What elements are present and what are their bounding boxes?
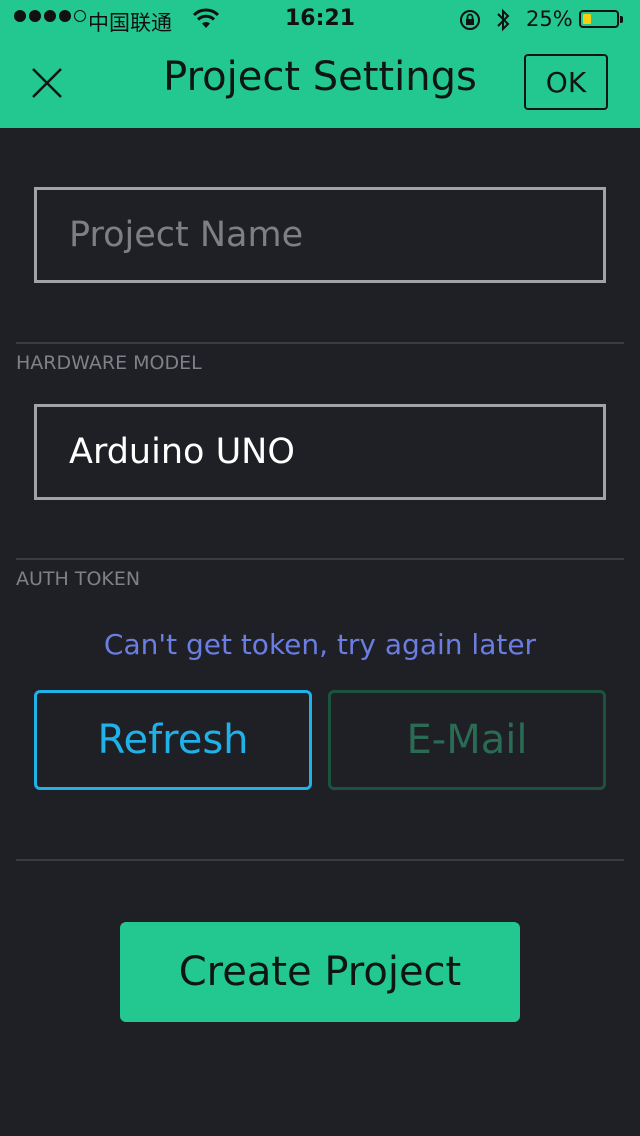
email-button[interactable]: E-Mail xyxy=(328,690,606,790)
header: 中国联通 16:21 25% Project Settings OK xyxy=(0,0,640,128)
battery-percent: 25% xyxy=(526,7,573,31)
close-button[interactable] xyxy=(22,58,72,108)
battery-fill xyxy=(583,14,591,24)
hardware-model-value: Arduino UNO xyxy=(69,432,295,472)
close-icon xyxy=(32,68,62,98)
battery-icon xyxy=(579,10,623,28)
bluetooth-icon xyxy=(495,7,511,38)
auth-token-label: AUTH TOKEN xyxy=(16,568,141,590)
divider xyxy=(16,558,624,560)
status-bar: 中国联通 16:21 25% xyxy=(0,0,640,40)
divider xyxy=(16,859,624,861)
token-error-message: Can't get token, try again later xyxy=(103,628,537,661)
ok-button[interactable]: OK xyxy=(524,54,608,110)
hardware-model-select[interactable]: Arduino UNO xyxy=(34,404,606,500)
rotation-lock-icon xyxy=(458,8,482,37)
hardware-model-label: HARDWARE MODEL xyxy=(16,352,202,374)
refresh-button[interactable]: Refresh xyxy=(34,690,312,790)
project-name-placeholder: Project Name xyxy=(69,215,304,255)
page-title: Project Settings xyxy=(163,54,477,100)
project-name-input[interactable]: Project Name xyxy=(34,187,606,283)
create-project-button[interactable]: Create Project xyxy=(120,922,520,1022)
divider xyxy=(16,342,624,344)
